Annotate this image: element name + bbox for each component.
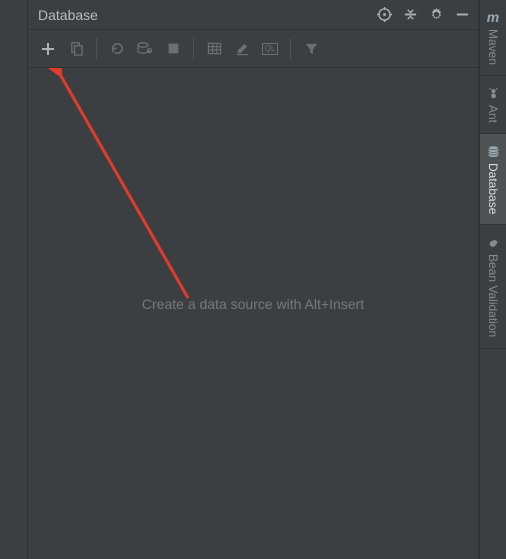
database-tool-window: Database xyxy=(28,0,479,559)
rail-label: Database xyxy=(486,163,500,214)
database-icon xyxy=(486,144,500,158)
annotation-arrow xyxy=(28,68,468,368)
ant-icon xyxy=(486,86,500,100)
rail-tab-bean-validation[interactable]: Bean Validation xyxy=(480,225,506,348)
minimize-icon[interactable] xyxy=(454,7,470,23)
panel-header: Database xyxy=(28,0,478,30)
filter-button[interactable] xyxy=(299,37,323,61)
rail-tab-maven[interactable]: m Maven xyxy=(480,0,506,76)
rail-tab-database[interactable]: Database xyxy=(480,134,506,225)
duplicate-button[interactable] xyxy=(64,37,88,61)
database-toolbar: QL xyxy=(28,30,478,68)
target-icon[interactable] xyxy=(376,7,392,23)
rail-label: Ant xyxy=(486,105,500,123)
panel-title: Database xyxy=(38,7,376,23)
properties-button[interactable] xyxy=(133,37,157,61)
maven-icon: m xyxy=(486,10,500,24)
stop-button[interactable] xyxy=(161,37,185,61)
toolbar-separator xyxy=(290,38,291,60)
rail-label: Maven xyxy=(486,29,500,65)
bean-validation-icon xyxy=(486,235,500,249)
gear-icon[interactable] xyxy=(428,7,444,23)
refresh-button[interactable] xyxy=(105,37,129,61)
add-button[interactable] xyxy=(36,37,60,61)
right-tool-rail: m Maven Ant Database Bean Validation xyxy=(479,0,506,559)
collapse-icon[interactable] xyxy=(402,7,418,23)
toolbar-separator xyxy=(193,38,194,60)
rail-label: Bean Validation xyxy=(486,254,500,337)
toolbar-separator xyxy=(96,38,97,60)
edit-button[interactable] xyxy=(230,37,254,61)
header-actions xyxy=(376,7,470,23)
editor-gutter xyxy=(0,0,28,559)
empty-state-hint: Create a data source with Alt+Insert xyxy=(142,296,364,312)
table-button[interactable] xyxy=(202,37,226,61)
rail-tab-ant[interactable]: Ant xyxy=(480,76,506,134)
database-content: Create a data source with Alt+Insert xyxy=(28,68,478,559)
query-console-button[interactable]: QL xyxy=(258,37,282,61)
